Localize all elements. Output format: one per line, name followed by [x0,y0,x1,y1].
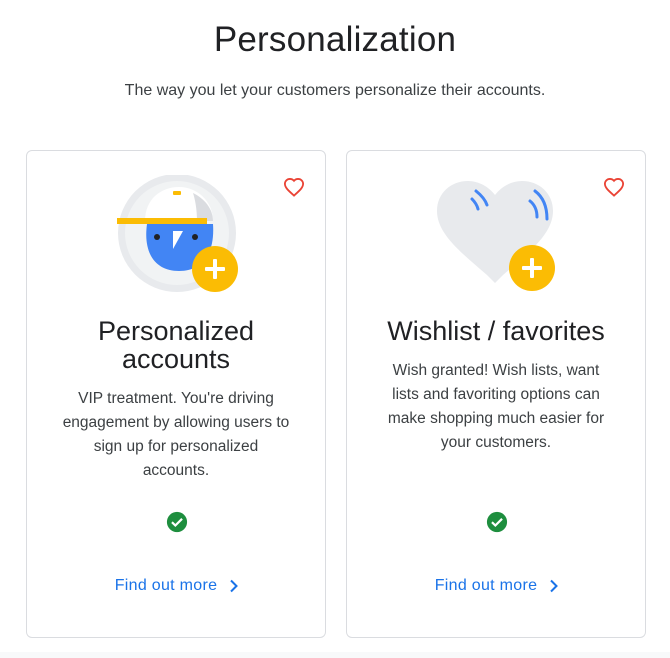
check-circle-icon [166,511,188,533]
card-personalized-accounts: Personalized accounts VIP treatment. You… [26,150,326,638]
page-footer-strip [0,652,670,658]
page-subtitle: The way you let your customers personali… [124,82,546,99]
chevron-right-icon [230,579,239,593]
find-out-more-label: Find out more [114,577,218,594]
check-circle-icon [486,511,508,533]
heart-illustration [437,181,555,291]
card-title: Wishlist / favorites [387,316,605,346]
chevron-right-icon [550,579,559,593]
card-description: Wish granted! Wish lists, want lists and… [387,362,605,451]
user-cap-illustration [117,175,238,292]
card-description: VIP treatment. You're driving engagement… [62,390,290,479]
page-title: Personalization [213,20,457,59]
card-title: Personalized accounts [97,316,255,374]
find-out-more-label: Find out more [434,577,538,594]
card-wishlist-favorites: Wishlist / favorites Wish granted! Wish … [346,150,646,638]
find-out-more-link[interactable]: Find out more [27,577,327,595]
find-out-more-link[interactable]: Find out more [347,577,647,595]
